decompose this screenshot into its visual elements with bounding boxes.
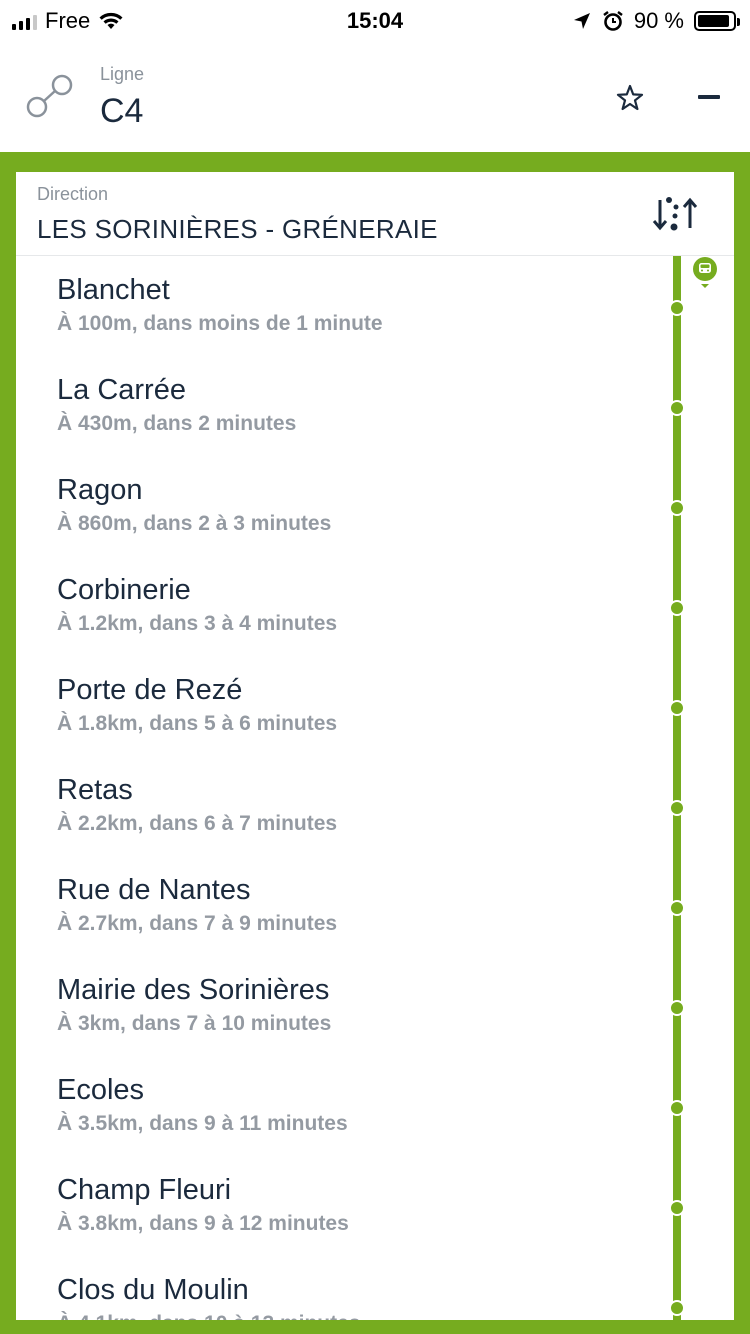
stop-name: Corbinerie bbox=[57, 574, 191, 606]
status-bar: Free 15:04 90 % bbox=[0, 0, 750, 42]
battery-percent: 90 % bbox=[633, 8, 684, 33]
route-line-icon bbox=[26, 74, 73, 118]
stop-item[interactable]: Mairie des Sorinières À 3km, dans 7 à 10 … bbox=[16, 956, 734, 1056]
stop-arrival-info: À 3.5km, dans 9 à 11 minutes bbox=[57, 1112, 348, 1135]
line-color-frame: Direction LES SORINIÈRES - GRÉNERAIE Bla… bbox=[0, 152, 750, 1334]
direction-header: Direction LES SORINIÈRES - GRÉNERAIE bbox=[16, 172, 734, 256]
stop-dot-icon bbox=[669, 900, 685, 916]
stop-item[interactable]: La Carrée À 430m, dans 2 minutes bbox=[16, 356, 734, 456]
location-arrow-icon bbox=[573, 13, 590, 29]
stop-dot-icon bbox=[669, 500, 685, 516]
stop-item[interactable]: Retas À 2.2km, dans 6 à 7 minutes bbox=[16, 756, 734, 856]
stop-item[interactable]: Porte de Rezé À 1.8km, dans 5 à 6 minutes bbox=[16, 656, 734, 756]
favorite-star-icon[interactable] bbox=[614, 82, 646, 114]
stop-dot-icon bbox=[669, 400, 685, 416]
stop-name: La Carrée bbox=[57, 374, 186, 406]
stop-name: Clos du Moulin bbox=[57, 1274, 249, 1306]
stop-arrival-info: À 2.7km, dans 7 à 9 minutes bbox=[57, 912, 338, 935]
stop-name: Ecoles bbox=[57, 1074, 145, 1106]
stop-dot-icon bbox=[669, 600, 685, 616]
stop-arrival-info: À 4.1km, dans 10 à 13 minutes bbox=[57, 1312, 360, 1320]
stop-arrival-info: À 1.8km, dans 5 à 6 minutes bbox=[57, 712, 338, 735]
swap-direction-icon[interactable] bbox=[652, 192, 698, 236]
stop-arrival-info: À 1.2km, dans 3 à 4 minutes bbox=[57, 612, 338, 635]
ligne-number: C4 bbox=[100, 92, 144, 130]
stop-dot-icon bbox=[669, 1200, 685, 1216]
stop-item[interactable]: Blanchet À 100m, dans moins de 1 minute bbox=[16, 256, 734, 356]
stops-card: Direction LES SORINIÈRES - GRÉNERAIE Bla… bbox=[16, 172, 734, 1320]
stop-dot-icon bbox=[669, 700, 685, 716]
stop-item[interactable]: Ragon À 860m, dans 2 à 3 minutes bbox=[16, 456, 734, 556]
stop-item[interactable]: Ecoles À 3.5km, dans 9 à 11 minutes bbox=[16, 1056, 734, 1156]
stop-name: Rue de Nantes bbox=[57, 874, 251, 906]
stop-item[interactable]: Clos du Moulin À 4.1km, dans 10 à 13 minu… bbox=[16, 1256, 734, 1320]
stop-arrival-info: À 860m, dans 2 à 3 minutes bbox=[57, 512, 332, 535]
stop-name: Champ Fleuri bbox=[57, 1174, 232, 1206]
stop-name: Blanchet bbox=[57, 274, 170, 306]
stop-name: Retas bbox=[57, 774, 133, 806]
line-header: Ligne C4 bbox=[0, 42, 750, 152]
stop-arrival-info: À 430m, dans 2 minutes bbox=[57, 412, 297, 435]
stop-dot-icon bbox=[669, 300, 685, 316]
stop-name: Porte de Rezé bbox=[57, 674, 243, 706]
stop-arrival-info: À 3km, dans 7 à 10 minutes bbox=[57, 1012, 332, 1035]
stop-item[interactable]: Rue de Nantes À 2.7km, dans 7 à 9 minutes bbox=[16, 856, 734, 956]
status-right: 90 % bbox=[572, 8, 740, 34]
direction-label: Direction bbox=[37, 184, 109, 204]
stop-dot-icon bbox=[669, 800, 685, 816]
alarm-icon bbox=[603, 11, 623, 31]
stop-item[interactable]: Champ Fleuri À 3.8km, dans 9 à 12 minutes bbox=[16, 1156, 734, 1256]
stop-name: Ragon bbox=[57, 474, 143, 506]
stop-name: Mairie des Sorinières bbox=[57, 974, 330, 1006]
stop-arrival-info: À 2.2km, dans 6 à 7 minutes bbox=[57, 812, 338, 835]
ligne-label: Ligne bbox=[100, 64, 145, 84]
stop-item[interactable]: Corbinerie À 1.2km, dans 3 à 4 minutes bbox=[16, 556, 734, 656]
battery-icon bbox=[694, 11, 740, 31]
stop-arrival-info: À 100m, dans moins de 1 minute bbox=[57, 312, 383, 335]
stop-dot-icon bbox=[669, 1300, 685, 1316]
direction-value: LES SORINIÈRES - GRÉNERAIE bbox=[37, 214, 438, 244]
collapse-minus-icon[interactable] bbox=[696, 82, 726, 112]
stop-dot-icon bbox=[669, 1100, 685, 1116]
stop-dot-icon bbox=[669, 1000, 685, 1016]
stop-arrival-info: À 3.8km, dans 9 à 12 minutes bbox=[57, 1212, 349, 1235]
